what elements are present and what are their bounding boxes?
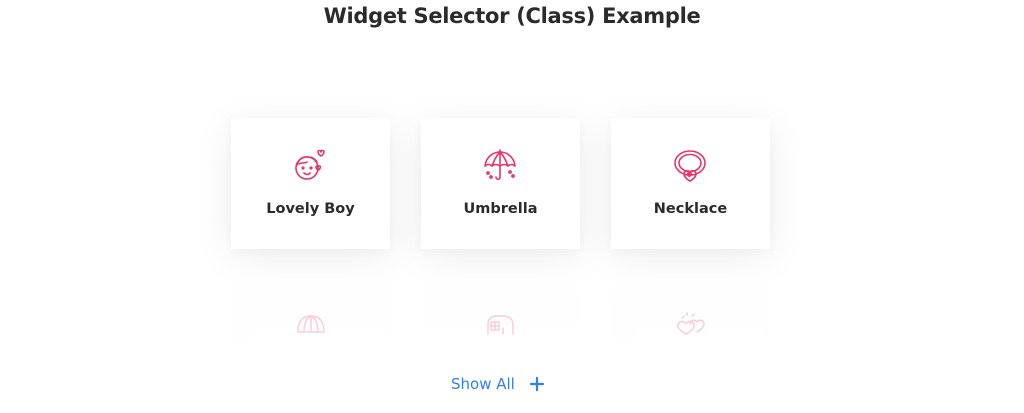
necklace-icon — [670, 146, 710, 186]
card-label: Necklace — [653, 201, 728, 217]
card-necklace[interactable]: Necklace — [611, 118, 770, 249]
faded-card — [231, 290, 390, 360]
elephant-icon — [485, 308, 517, 340]
umbrella-icon — [480, 146, 520, 186]
card-label: Lovely Boy — [266, 201, 355, 217]
page-title: Widget Selector (Class) Example — [323, 4, 701, 28]
show-all-label: Show All — [451, 375, 515, 393]
lovely-boy-icon — [290, 146, 330, 186]
faded-card — [421, 290, 580, 360]
card-umbrella[interactable]: Umbrella — [421, 118, 580, 249]
faded-card — [611, 290, 770, 360]
show-all-button[interactable]: Show All — [451, 372, 545, 396]
card-label: Umbrella — [463, 201, 538, 217]
shell-icon — [295, 308, 327, 340]
plus-icon — [529, 376, 545, 392]
faded-card-row — [0, 290, 1024, 360]
hearts-icon — [675, 308, 707, 340]
card-lovely-boy[interactable]: Lovely Boy — [231, 118, 390, 249]
